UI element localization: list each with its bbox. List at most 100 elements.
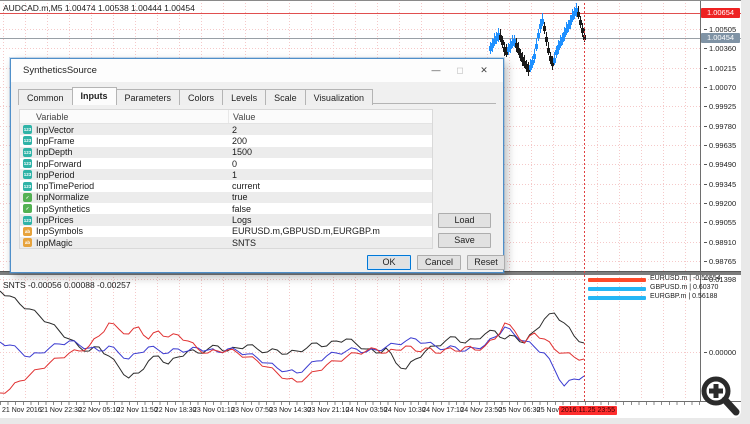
time-tick-label: 24 Nov 23:50 xyxy=(460,407,503,414)
variable-cell: 123 InpFrame xyxy=(20,136,228,146)
price-tick-label: 0.98910 xyxy=(704,238,736,247)
tab-scale[interactable]: Scale xyxy=(265,89,306,105)
cancel-button[interactable]: Cancel xyxy=(417,255,461,270)
price-tick-label: 0.98765 xyxy=(704,257,736,266)
variable-name: InpSynthetics xyxy=(36,203,91,214)
table-row[interactable]: ✓ InpNormalize true xyxy=(20,191,432,204)
tab-visualization[interactable]: Visualization xyxy=(304,89,373,105)
dialog-tabbar: Common Inputs Parameters Colors Levels Scale V… xyxy=(18,86,496,105)
value-cell[interactable]: true xyxy=(228,192,432,202)
value-cell[interactable]: 1500 xyxy=(228,147,432,157)
variable-cell: 123 InpPeriod xyxy=(20,170,228,180)
value-cell[interactable]: 0 xyxy=(228,159,432,169)
value-cell[interactable]: Logs xyxy=(228,215,432,225)
table-row[interactable]: 123 InpPrices Logs xyxy=(20,214,432,226)
reset-button[interactable]: Reset xyxy=(467,255,505,270)
ok-button[interactable]: OK xyxy=(367,255,411,270)
value-cell[interactable]: 1 xyxy=(228,170,432,180)
variable-name: InpFrame xyxy=(36,135,75,146)
tab-common[interactable]: Common xyxy=(18,89,73,105)
table-row[interactable]: ab InpMagic SNTS xyxy=(20,236,432,249)
table-row[interactable]: ab InpSymbols EURUSD.m,GBPUSD.m,EURGBP.m xyxy=(20,226,432,237)
variable-cell: 123 InpPrices xyxy=(20,215,228,225)
legend-color-swatch xyxy=(588,278,646,282)
inputs-table: Variable Value 123 InpVector 2 123 InpFrame 2… xyxy=(19,109,433,250)
numeric-type-icon: 123 xyxy=(23,125,32,135)
variable-name: InpPrices xyxy=(36,215,74,226)
time-tick-label: 23 Nov 21:10 xyxy=(307,407,350,414)
table-row[interactable]: 123 InpDepth 1500 xyxy=(20,146,432,158)
tab-levels[interactable]: Levels xyxy=(222,89,267,105)
variable-name: InpNormalize xyxy=(36,192,90,203)
price-tick-label: 0.99055 xyxy=(704,218,736,227)
variable-name: InpTimePeriod xyxy=(36,181,95,192)
value-cell[interactable]: EURUSD.m,GBPUSD.m,EURGBP.m xyxy=(228,226,432,236)
time-axis-ticks xyxy=(0,402,700,405)
column-header-value[interactable]: Value xyxy=(228,110,432,123)
value-cell[interactable]: 2 xyxy=(228,125,432,135)
numeric-type-icon: 123 xyxy=(23,170,32,180)
close-icon[interactable]: ✕ xyxy=(473,62,495,79)
boolean-type-icon: ✓ xyxy=(23,192,32,202)
time-tick-label: 23 Nov 01:10 xyxy=(193,407,235,414)
tab-inputs[interactable]: Inputs xyxy=(71,87,117,105)
axis-tick xyxy=(704,145,707,147)
price-tick-label: 0.99635 xyxy=(704,141,736,150)
axis-tick xyxy=(704,48,707,50)
axis-tick xyxy=(704,261,707,263)
table-row[interactable]: 123 InpVector 2 xyxy=(20,124,432,136)
price-tick-label: 0.99345 xyxy=(704,180,736,189)
numeric-type-icon: 123 xyxy=(23,215,32,225)
axis-tick xyxy=(704,68,707,70)
value-cell[interactable]: SNTS xyxy=(228,238,432,248)
variable-cell: ✓ InpSynthetics xyxy=(20,204,228,214)
axis-tick xyxy=(704,222,707,224)
axis-tick xyxy=(704,203,707,205)
tab-colors[interactable]: Colors xyxy=(179,89,224,105)
price-tick-label: 1.00070 xyxy=(704,83,736,92)
variable-name: InpForward xyxy=(36,158,82,169)
variable-name: InpPeriod xyxy=(36,169,75,180)
string-type-icon: ab xyxy=(23,226,32,236)
chart-symbol-ohlc: AUDCAD.m,M5 1.00474 1.00538 1.00444 1.00… xyxy=(3,3,195,13)
variable-cell: ab InpSymbols xyxy=(20,226,228,236)
price-alert-label: 1.00654 xyxy=(701,8,740,18)
value-cell[interactable]: false xyxy=(228,204,432,214)
table-row[interactable]: 123 InpFrame 200 xyxy=(20,135,432,146)
time-axis[interactable]: 21 Nov 2016 21 Nov 22:30 22 Nov 05:10 22 No… xyxy=(0,401,741,418)
save-button[interactable]: Save xyxy=(438,233,491,248)
variable-cell: ab InpMagic xyxy=(20,238,228,248)
time-tick-label: 25 Nov 06:30 xyxy=(498,407,541,414)
value-cell[interactable]: current xyxy=(228,181,432,191)
time-tick-label: 21 Nov 2016 xyxy=(2,407,42,414)
table-row[interactable]: 123 InpForward 0 xyxy=(20,158,432,169)
crosshair-time-label: 2016.11.25 23:55 xyxy=(559,406,617,415)
table-row[interactable]: 123 InpPeriod 1 xyxy=(20,169,432,181)
axis-tick xyxy=(704,242,707,244)
column-header-variable[interactable]: Variable xyxy=(20,110,228,123)
current-price-label: 1.00454 xyxy=(701,33,740,43)
indicator-values: SNTS -0.00056 0.00088 -0.00257 xyxy=(3,280,131,290)
indicator-tick-label: 0.00000 xyxy=(704,348,736,357)
string-type-icon: ab xyxy=(23,238,32,248)
price-tick-label: 0.99925 xyxy=(704,102,736,111)
axis-tick xyxy=(704,184,707,186)
magnifier-zoom-icon[interactable] xyxy=(698,373,741,418)
dialog-title: SyntheticsSource xyxy=(23,65,97,76)
price-tick-label: 0.99490 xyxy=(704,160,736,169)
time-tick-label: 24 Nov 10:30 xyxy=(384,407,426,414)
dialog-titlebar[interactable]: SyntheticsSource — ◻ ✕ xyxy=(11,59,503,82)
tab-parameters[interactable]: Parameters xyxy=(115,89,181,105)
table-row[interactable]: 123 InpTimePeriod current xyxy=(20,180,432,191)
time-tick-label: 22 Nov 05:10 xyxy=(78,407,121,414)
axis-tick xyxy=(704,87,707,89)
value-cell[interactable]: 200 xyxy=(228,136,432,146)
table-row[interactable]: ✓ InpSynthetics false xyxy=(20,203,432,214)
minimize-icon[interactable]: — xyxy=(425,62,447,79)
price-tick-label: 0.99780 xyxy=(704,122,736,131)
load-button[interactable]: Load xyxy=(438,213,491,228)
boolean-type-icon: ✓ xyxy=(23,204,32,214)
variable-name: InpMagic xyxy=(36,237,73,248)
inputs-table-header: Variable Value xyxy=(20,110,432,124)
variable-cell: 123 InpVector xyxy=(20,125,228,135)
